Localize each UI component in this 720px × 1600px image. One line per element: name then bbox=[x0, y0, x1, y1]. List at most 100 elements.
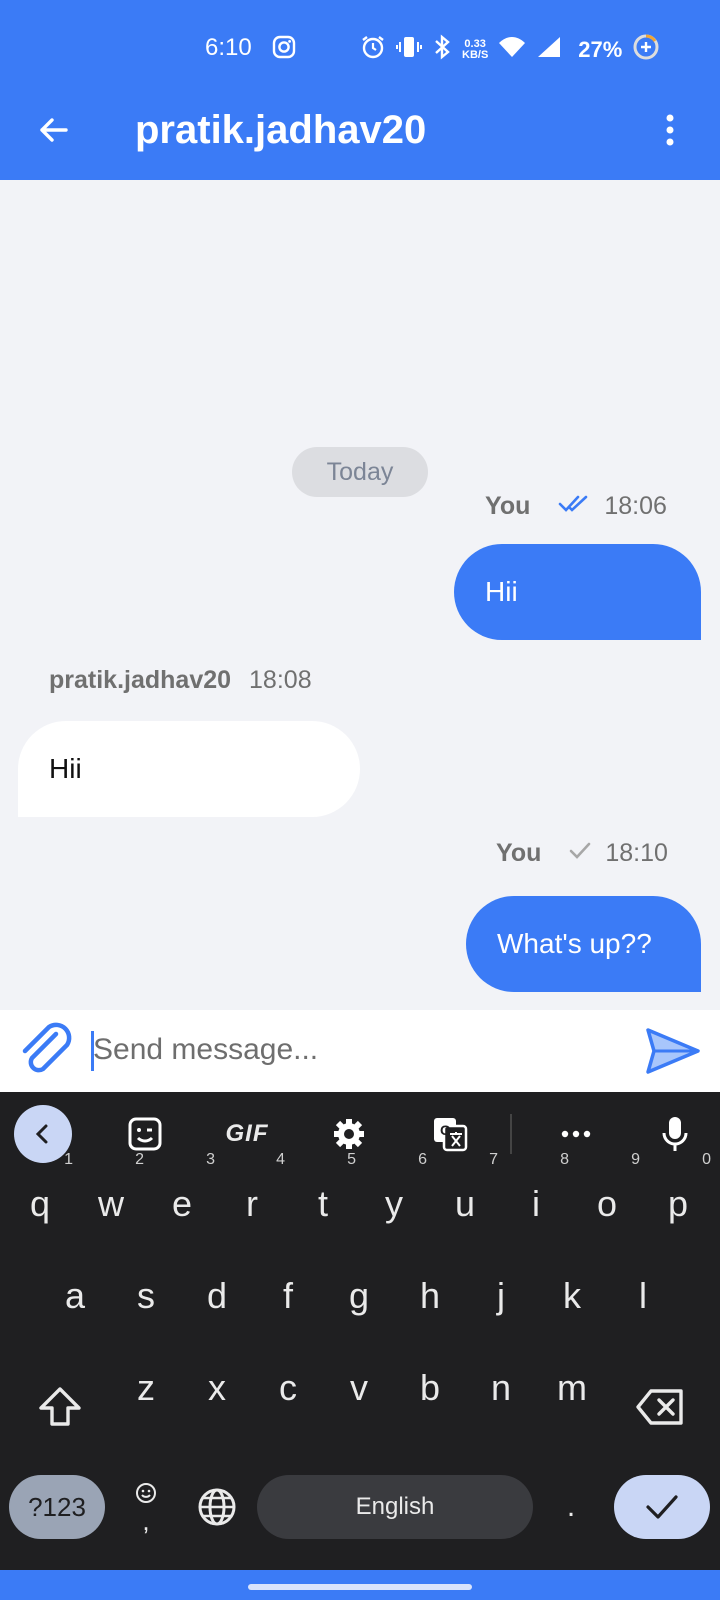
net-speed-unit: KB/S bbox=[462, 48, 489, 61]
key-w[interactable]: w2 bbox=[76, 1152, 146, 1244]
gif-button[interactable]: GIF bbox=[222, 1104, 272, 1164]
message-sender: You bbox=[496, 839, 542, 867]
vibrate-icon bbox=[396, 34, 422, 65]
key-n[interactable]: n bbox=[466, 1348, 536, 1428]
key-f[interactable]: f bbox=[253, 1256, 323, 1336]
key-y[interactable]: y6 bbox=[359, 1152, 429, 1244]
message-text: Hii bbox=[485, 576, 518, 607]
key-label: t bbox=[317, 1183, 328, 1224]
app-bar: pratik.jadhav20 bbox=[0, 92, 720, 180]
key-k[interactable]: k bbox=[537, 1256, 607, 1336]
key-t[interactable]: t5 bbox=[288, 1152, 358, 1244]
key-v[interactable]: v bbox=[324, 1348, 394, 1428]
translate-icon[interactable]: G bbox=[430, 1104, 470, 1164]
key-hint: 9 bbox=[631, 1151, 640, 1168]
status-bar: 6:10 0.33 KB/S 27% bbox=[0, 0, 720, 92]
space-key[interactable]: English bbox=[257, 1475, 533, 1539]
key-h[interactable]: h bbox=[395, 1256, 465, 1336]
key-hint: 8 bbox=[560, 1151, 569, 1168]
message-sender: pratik.jadhav20 bbox=[49, 666, 232, 694]
message-meta: You 18:06 bbox=[485, 492, 667, 521]
message-meta: You 18:10 bbox=[496, 839, 668, 868]
message-bubble[interactable]: Hii bbox=[454, 544, 701, 640]
backspace-icon[interactable] bbox=[630, 1377, 690, 1437]
key-label: w bbox=[98, 1183, 124, 1224]
net-speed-value: 0.33 bbox=[464, 37, 486, 50]
key-label: e bbox=[171, 1183, 193, 1224]
message-meta: pratik.jadhav20 18:08 bbox=[49, 666, 312, 695]
key-hint: 3 bbox=[206, 1151, 215, 1168]
paperclip-icon[interactable] bbox=[16, 1020, 78, 1087]
message-composer bbox=[0, 1010, 720, 1092]
key-hint: 5 bbox=[347, 1151, 356, 1168]
key-z[interactable]: z bbox=[111, 1348, 181, 1428]
status-time: 6:10 bbox=[205, 34, 252, 61]
key-label: u bbox=[454, 1183, 476, 1224]
key-l[interactable]: l bbox=[608, 1256, 678, 1336]
message-bubble[interactable]: What's up?? bbox=[466, 896, 701, 992]
date-separator: Today bbox=[292, 447, 428, 497]
chat-title: pratik.jadhav20 bbox=[135, 108, 427, 152]
key-label: y bbox=[385, 1183, 403, 1224]
keyboard: GIF G q1 w2 e3 r4 t5 y6 u7 i8 o9 p0 a s … bbox=[0, 1092, 720, 1570]
key-s[interactable]: s bbox=[111, 1256, 181, 1336]
key-e[interactable]: e3 bbox=[147, 1152, 217, 1244]
message-sender: You bbox=[485, 492, 531, 520]
key-label: i bbox=[532, 1183, 540, 1224]
key-hint: 0 bbox=[702, 1151, 711, 1168]
arrow-left-icon[interactable] bbox=[34, 110, 74, 150]
emoji-comma-key[interactable]: , bbox=[126, 1470, 166, 1540]
key-hint: 6 bbox=[418, 1151, 427, 1168]
key-label: p bbox=[667, 1183, 689, 1224]
gesture-handle[interactable] bbox=[248, 1584, 472, 1590]
key-x[interactable]: x bbox=[182, 1348, 252, 1428]
sticker-icon[interactable] bbox=[124, 1104, 166, 1164]
shift-icon[interactable] bbox=[30, 1377, 90, 1437]
message-text: What's up?? bbox=[497, 928, 652, 959]
battery-percent: 27% bbox=[578, 36, 623, 62]
key-p[interactable]: p0 bbox=[643, 1152, 713, 1244]
instagram-icon bbox=[272, 35, 296, 64]
key-c[interactable]: c bbox=[253, 1348, 323, 1428]
key-j[interactable]: j bbox=[466, 1256, 536, 1336]
mic-icon[interactable] bbox=[660, 1104, 690, 1164]
check-icon[interactable] bbox=[614, 1475, 710, 1539]
key-g[interactable]: g bbox=[324, 1256, 394, 1336]
period-key[interactable]: . bbox=[556, 1475, 586, 1539]
signal-icon bbox=[536, 35, 562, 64]
key-r[interactable]: r4 bbox=[217, 1152, 287, 1244]
globe-icon[interactable] bbox=[193, 1475, 241, 1539]
comma-label: , bbox=[142, 1505, 150, 1536]
send-icon[interactable] bbox=[644, 1026, 702, 1081]
key-d[interactable]: d bbox=[182, 1256, 252, 1336]
net-speed: 0.33 KB/S bbox=[462, 37, 489, 61]
key-a[interactable]: a bbox=[40, 1256, 110, 1336]
battery-saver-icon bbox=[632, 33, 660, 66]
key-q[interactable]: q1 bbox=[5, 1152, 75, 1244]
key-m[interactable]: m bbox=[537, 1348, 607, 1428]
key-label: q bbox=[29, 1183, 51, 1224]
message-time: 18:08 bbox=[249, 666, 312, 694]
check-icon bbox=[569, 839, 591, 868]
wifi-icon bbox=[498, 35, 526, 64]
key-hint: 7 bbox=[489, 1151, 498, 1168]
key-u[interactable]: u7 bbox=[430, 1152, 500, 1244]
key-b[interactable]: b bbox=[395, 1348, 465, 1428]
key-o[interactable]: o9 bbox=[572, 1152, 642, 1244]
bluetooth-icon bbox=[432, 34, 452, 65]
more-vert-icon[interactable] bbox=[662, 110, 678, 150]
alarm-icon bbox=[360, 34, 386, 65]
key-hint: 1 bbox=[64, 1151, 73, 1168]
key-hint: 4 bbox=[276, 1151, 285, 1168]
key-i[interactable]: i8 bbox=[501, 1152, 571, 1244]
toolbar-divider bbox=[510, 1114, 512, 1154]
symbols-key[interactable]: ?123 bbox=[9, 1475, 105, 1539]
key-label: r bbox=[246, 1183, 258, 1224]
message-input[interactable] bbox=[93, 1025, 613, 1075]
message-bubble[interactable]: Hii bbox=[18, 721, 360, 817]
chat-area[interactable]: Today You 18:06 Hii pratik.jadhav20 18:0… bbox=[0, 180, 720, 1010]
message-time: 18:06 bbox=[604, 492, 667, 520]
message-time: 18:10 bbox=[605, 839, 668, 867]
svg-text:G: G bbox=[440, 1122, 451, 1138]
message-text: Hii bbox=[49, 753, 82, 784]
